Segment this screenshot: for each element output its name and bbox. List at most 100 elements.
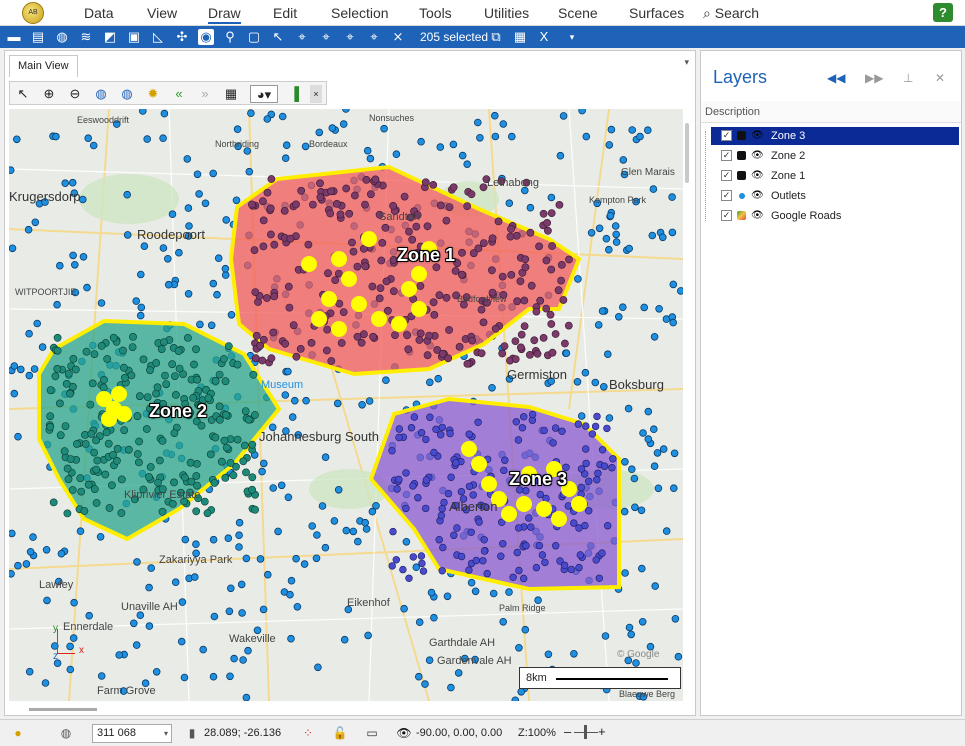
menu-scene[interactable]: Scene [558,5,598,21]
outlet-point[interactable] [258,467,266,476]
zone-3-point[interactable] [515,566,523,575]
zone-2-point[interactable] [215,415,224,424]
outlet-point[interactable] [313,531,321,539]
zone-3-point[interactable] [417,552,426,560]
outlet-point[interactable] [10,362,19,370]
outlet-point[interactable] [209,535,218,544]
zone-1-point[interactable] [335,299,344,308]
outlet-point[interactable] [192,540,200,549]
zone-3-point[interactable] [500,466,508,475]
layer-checkbox[interactable]: ✓ [721,170,732,181]
zone-2-point[interactable] [101,470,110,479]
zone-1-point[interactable] [457,270,466,279]
outlet-point[interactable] [132,297,140,305]
zone-1-point[interactable] [436,201,445,210]
layer-row-google-roads[interactable]: ✓ 👁 Google Roads [711,207,959,225]
zone-1-point[interactable] [467,190,476,199]
zone-2-point[interactable] [53,364,62,373]
zone-3-point[interactable] [499,540,507,548]
outlet-point[interactable] [361,518,370,527]
zone-3-point[interactable] [446,429,454,438]
outlet-point[interactable] [89,141,98,150]
zone-1-point[interactable] [308,200,317,209]
zone-1-point[interactable] [547,209,556,217]
outlet-point[interactable] [308,522,317,530]
zone-2-point[interactable] [175,364,184,373]
zone-2-point[interactable] [221,473,230,482]
outlet-point[interactable] [333,399,342,408]
zone-2-point[interactable] [66,455,75,463]
zone-3-point[interactable] [509,573,517,581]
outlet-point[interactable] [61,179,69,187]
outlet-point[interactable] [505,588,513,596]
zone-1-point[interactable] [322,346,331,355]
outlet-point[interactable] [499,120,508,128]
outlet-point[interactable] [340,635,349,644]
table-icon[interactable]: ▦ [512,29,528,45]
zone-3-point[interactable] [528,410,537,419]
selected-point[interactable] [321,291,337,307]
outlet-point[interactable] [644,435,653,443]
outlet-point[interactable] [287,634,295,643]
menu-surfaces[interactable]: Surfaces [629,5,684,21]
outlet-point[interactable] [587,229,596,237]
outlet-point[interactable] [526,203,535,212]
zone-2-point[interactable] [174,347,183,355]
eye-icon[interactable]: 👁 [751,187,764,205]
zone-2-point[interactable] [103,355,112,363]
zone-2-point[interactable] [92,465,101,474]
collapse-left-icon[interactable]: ◀◀ [827,71,845,85]
zone-3-point[interactable] [592,556,600,564]
zone-1-point[interactable] [405,227,413,236]
outlet-point[interactable] [488,383,496,392]
zone-2-point[interactable] [200,497,209,506]
outlet-point[interactable] [55,261,64,270]
zone-2-point[interactable] [215,402,224,411]
outlet-point[interactable] [315,128,324,137]
zone-2-point[interactable] [233,435,242,444]
zone-3-point[interactable] [588,430,597,438]
zone-2-point[interactable] [139,355,148,364]
zone-2-point[interactable] [210,479,219,487]
zone-2-point[interactable] [105,504,114,512]
outlet-point[interactable] [643,126,652,135]
outlet-point[interactable] [175,248,183,257]
outlet-point[interactable] [177,637,186,646]
zone-2-point[interactable] [86,400,95,409]
zone-2-point[interactable] [90,350,99,358]
outlet-point[interactable] [353,537,362,546]
zone-1-point[interactable] [458,248,466,257]
zoom-out-icon[interactable]: ⊖ [66,85,84,103]
outlet-point[interactable] [85,611,93,620]
pin-icon[interactable]: ⊥ [903,71,913,85]
zone-2-point[interactable] [146,366,154,375]
outlet-point[interactable] [184,204,193,212]
outlet-point[interactable] [430,613,438,622]
zone-2-point[interactable] [145,473,153,481]
selected-point[interactable] [331,321,347,337]
zone-1-point[interactable] [479,239,488,247]
outlet-point[interactable] [601,632,610,640]
zone-1-point[interactable] [487,266,496,275]
zone-3-point[interactable] [475,518,483,526]
zone-2-point[interactable] [211,376,220,385]
zone-2-point[interactable] [158,436,167,445]
outlet-point[interactable] [269,484,278,492]
zone-1-point[interactable] [285,303,294,312]
outlet-point[interactable] [581,368,590,377]
menu-draw[interactable]: Draw [208,5,241,24]
zone-2-point[interactable] [124,445,133,454]
zone-2-point[interactable] [62,379,71,388]
zone-2-point[interactable] [53,333,62,342]
outlet-point[interactable] [604,245,613,254]
outlet-point[interactable] [515,643,523,652]
outlet-point[interactable] [256,555,265,563]
zone-2-point[interactable] [152,359,161,367]
zone-1-point[interactable] [371,175,380,184]
outlet-point[interactable] [436,143,445,151]
outlet-point[interactable] [434,374,443,383]
zone-1-point[interactable] [383,306,392,315]
outlet-point[interactable] [14,561,22,570]
outlet-point[interactable] [68,178,77,187]
menu-selection[interactable]: Selection [331,5,389,21]
